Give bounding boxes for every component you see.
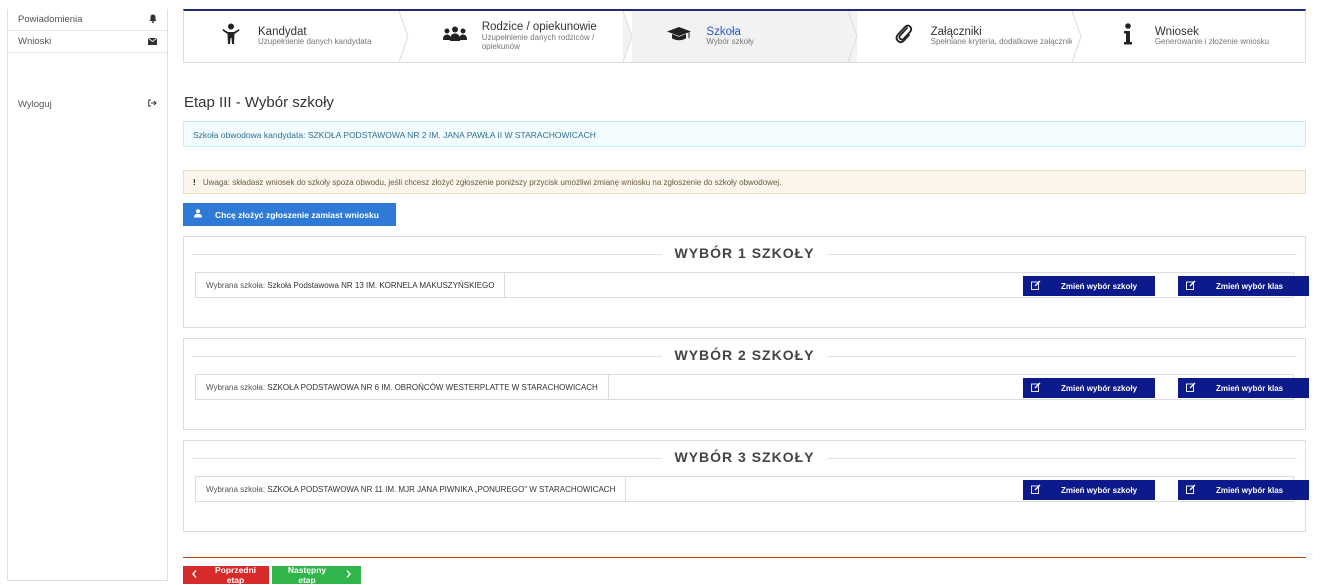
selected-school-row: Wybrana szkoła: SZKOŁA PODSTAWOWA NR 6 I… [195,374,1309,400]
change-class-button[interactable]: Zmień wybór klas [1178,480,1309,500]
district-school-info: Szkoła obwodowa kandydata: SZKOŁA PODSTA… [183,121,1306,147]
change-school-button[interactable]: Zmień wybór szkoły [1023,480,1155,500]
school-choice-panel-1: WYBÓR 1 SZKOŁY Wybrana szkoła: Szkoła Po… [183,236,1309,328]
choice-heading-wrap: WYBÓR 1 SZKOŁY [192,245,1297,263]
sign-out-icon [148,99,157,109]
graduation-cap-icon [662,26,696,47]
button-label: Zmień wybór klas [1216,485,1284,495]
switch-to-registration-button[interactable]: Chcę złożyć zgłoszenie zamiast wniosku [183,203,396,226]
step-candidate[interactable]: Kandydat Uzupełnienie danych kandydata [184,11,409,62]
edit-icon [1186,280,1196,293]
sidebar-item-notifications[interactable]: Powiadomienia [8,9,167,31]
warning-alert: ! Uwaga: składasz wniosek do szkoły spoz… [183,170,1306,194]
step-subtitle: Uzupełnienie danych kandydata [258,37,372,47]
step-subtitle: Spełniane kryteria, dodatkowe załączniki [930,37,1075,47]
sidebar-item-label: Wyloguj [18,98,52,110]
selected-school: Wybrana szkoła: SZKOŁA PODSTAWOWA NR 11 … [196,477,627,501]
selected-school-row: Wybrana szkoła: Szkoła Podstawowa NR 13 … [195,272,1309,298]
bell-icon [149,14,157,25]
step-divider [623,11,633,62]
button-label: Następny etap [287,565,327,585]
chevron-right-icon [346,570,351,580]
wizard-stepper: Kandydat Uzupełnienie danych kandydata R… [183,9,1306,63]
choice-heading-wrap: WYBÓR 2 SZKOŁY [192,347,1297,365]
selected-school-name: SZKOŁA PODSTAWOWA NR 6 IM. OBROŃCÓW WEST… [267,382,598,392]
step-subtitle: Generowanie i złożenie wniosku [1154,37,1270,47]
child-icon [214,23,248,50]
envelope-icon [147,37,158,47]
step-subtitle: Wybór szkoły [706,37,754,47]
group-icon [438,26,472,47]
button-label: Zmień wybór szkoły [1061,485,1138,495]
school-choice-panel-2: WYBÓR 2 SZKOŁY Wybrana szkoła: SZKOŁA PO… [183,338,1309,430]
sidebar-item-label: Powiadomienia [18,14,83,25]
info-label: Szkoła obwodowa kandydata: [193,130,306,140]
button-label: Zmień wybór szkoły [1061,281,1138,291]
previous-step-button[interactable]: Poprzedni etap [183,565,269,585]
chevron-left-icon [192,570,197,580]
step-attachments[interactable]: Załączniki Spełniane kryteria, dodatkowe… [857,11,1082,62]
edit-icon [1186,484,1196,497]
step-divider [847,11,858,62]
selected-school-label: Wybrana szkoła: [206,280,266,290]
selected-school-name: SZKOŁA PODSTAWOWA NR 11 IM. MJR JANA PIW… [267,484,616,494]
selected-school-name: Szkoła Podstawowa NR 13 IM. KORNELA MAKU… [267,280,495,290]
page-title: Etap III - Wybór szkoły [184,94,334,111]
footer-divider [183,557,1306,558]
sidebar: Powiadomienia Wnioski Wyloguj [7,9,168,581]
button-label: Zmień wybór klas [1216,281,1284,291]
info-icon [1111,23,1145,50]
step-subtitle: Uzupełnienie danych rodziców / opiekunów [481,33,595,51]
change-class-button[interactable]: Zmień wybór klas [1178,378,1309,398]
selected-school-row: Wybrana szkoła: SZKOŁA PODSTAWOWA NR 11 … [195,476,1309,502]
button-label: Zmień wybór klas [1216,383,1284,393]
exclamation-icon: ! [193,178,196,187]
button-label: Poprzedni etap [214,565,257,585]
sidebar-item-applications[interactable]: Wnioski [8,31,167,53]
selected-school-label: Wybrana szkoła: [206,484,266,494]
change-school-button[interactable]: Zmień wybór szkoły [1023,276,1155,296]
step-school[interactable]: Szkoła Wybór szkoły [632,11,858,62]
selected-school: Wybrana szkoła: Szkoła Podstawowa NR 13 … [196,273,506,297]
button-label: Chcę złożyć zgłoszenie zamiast wniosku [215,209,379,220]
sidebar-item-label: Wnioski [18,36,52,47]
step-parents[interactable]: Rodzice / opiekunowie Uzupełnienie danyc… [408,11,633,62]
selected-school-label: Wybrana szkoła: [206,382,266,392]
step-divider [1071,11,1082,62]
paperclip-icon [887,24,921,49]
edit-icon [1031,280,1041,293]
change-school-button[interactable]: Zmień wybór szkoły [1023,378,1155,398]
choice-heading: WYBÓR 2 SZKOŁY [662,347,827,363]
choice-heading: WYBÓR 3 SZKOŁY [662,449,827,465]
button-label: Zmień wybór szkoły [1061,383,1138,393]
next-step-button[interactable]: Następny etap [272,565,361,585]
step-divider [399,11,409,62]
sidebar-item-logout[interactable]: Wyloguj [8,93,167,115]
edit-icon [1031,484,1041,497]
edit-icon [1186,382,1196,395]
choice-heading: WYBÓR 1 SZKOŁY [662,245,827,261]
selected-school: Wybrana szkoła: SZKOŁA PODSTAWOWA NR 6 I… [196,375,609,399]
change-class-button[interactable]: Zmień wybór klas [1178,276,1309,296]
edit-icon [1031,382,1041,395]
warning-text: Uwaga: składasz wniosek do szkoły spoza … [202,178,782,187]
school-choice-panel-3: WYBÓR 3 SZKOŁY Wybrana szkoła: SZKOŁA PO… [183,440,1309,532]
district-school-name: SZKOŁA PODSTAWOWA NR 2 IM. JANA PAWŁA II… [307,130,596,140]
user-upload-icon [193,208,203,221]
step-application[interactable]: Wniosek Generowanie i złożenie wniosku [1081,11,1305,62]
choice-heading-wrap: WYBÓR 3 SZKOŁY [192,449,1297,467]
